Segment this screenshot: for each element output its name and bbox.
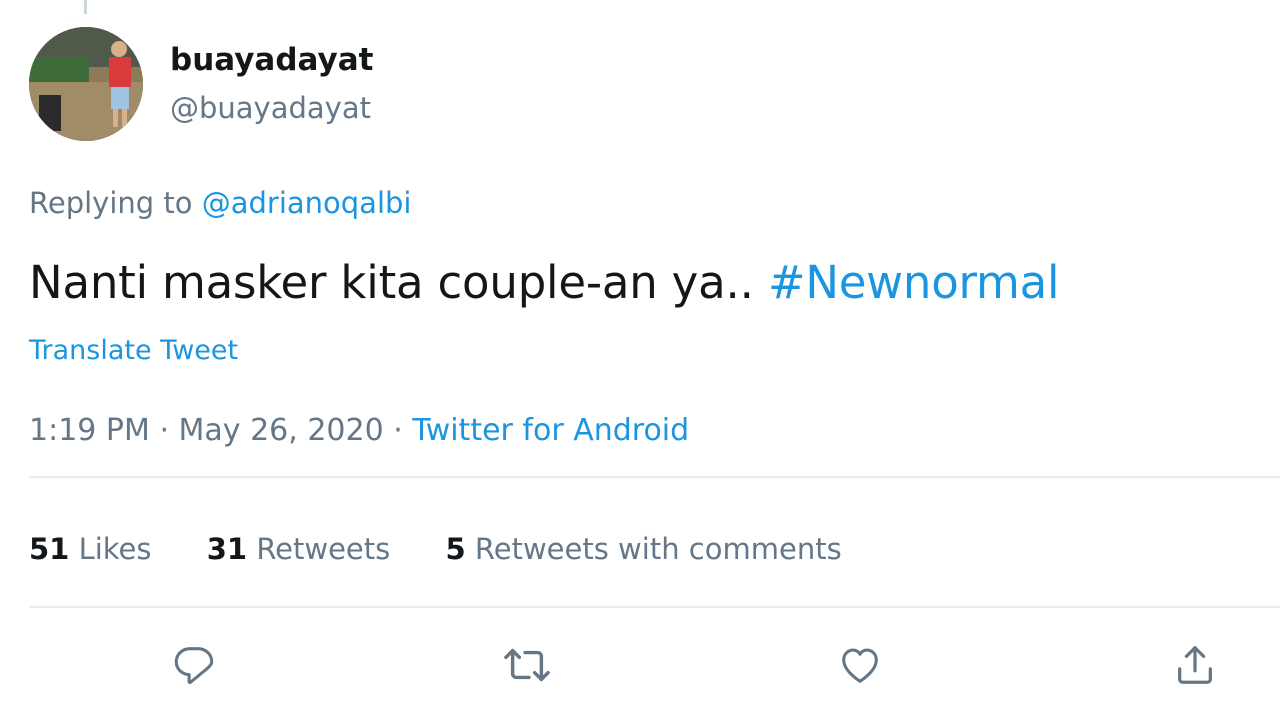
quote-tweets-stat[interactable]: 5 Retweets with comments: [445, 532, 841, 566]
divider: [29, 476, 1280, 478]
share-button[interactable]: [1170, 640, 1220, 690]
avatar-photo: [29, 27, 143, 141]
author-display-name[interactable]: buayadayat: [170, 42, 373, 78]
meta-separator: ·: [159, 413, 169, 448]
author-handle[interactable]: @buayadayat: [170, 91, 371, 125]
tweet-detail: buayadayat @buayadayat Replying to @adri…: [0, 0, 1280, 720]
likes-label: Likes: [78, 532, 152, 566]
avatar[interactable]: [29, 27, 143, 141]
tweet-body: Nanti masker kita couple-an ya..: [29, 256, 754, 309]
tweet-time[interactable]: 1:19 PM: [29, 413, 150, 448]
tweet-meta: 1:19 PM · May 26, 2020 · Twitter for And…: [29, 413, 689, 448]
replying-to-handle-link[interactable]: @adrianoqalbi: [202, 186, 412, 220]
share-icon: [1178, 646, 1212, 684]
hashtag-link[interactable]: #Newnormal: [768, 256, 1060, 309]
quote-tweets-count: 5: [445, 532, 466, 566]
retweets-label: Retweets: [256, 532, 391, 566]
retweets-count: 31: [206, 532, 248, 566]
heart-icon: [842, 648, 878, 683]
retweet-icon: [504, 648, 550, 682]
retweets-stat[interactable]: 31 Retweets: [207, 532, 391, 566]
thread-connector-line: [84, 0, 87, 14]
like-button[interactable]: [835, 640, 885, 690]
translate-tweet-link[interactable]: Translate Tweet: [29, 335, 238, 366]
tweet-stats: 51 Likes 31 Retweets 5 Retweets with com…: [29, 532, 842, 566]
quote-tweets-label: Retweets with comments: [474, 532, 842, 566]
reply-icon: [174, 647, 214, 685]
reply-button[interactable]: [169, 640, 219, 690]
likes-stat[interactable]: 51 Likes: [29, 532, 152, 566]
replying-to: Replying to @adrianoqalbi: [29, 186, 411, 220]
retweet-button[interactable]: [502, 640, 552, 690]
meta-separator: ·: [393, 413, 403, 448]
tweet-source-link[interactable]: Twitter for Android: [412, 413, 689, 448]
likes-count: 51: [29, 532, 70, 566]
tweet-date[interactable]: May 26, 2020: [179, 413, 384, 448]
tweet-text: Nanti masker kita couple-an ya.. #Newnor…: [29, 256, 1060, 309]
divider: [29, 606, 1280, 608]
replying-to-prefix: Replying to: [29, 186, 193, 220]
